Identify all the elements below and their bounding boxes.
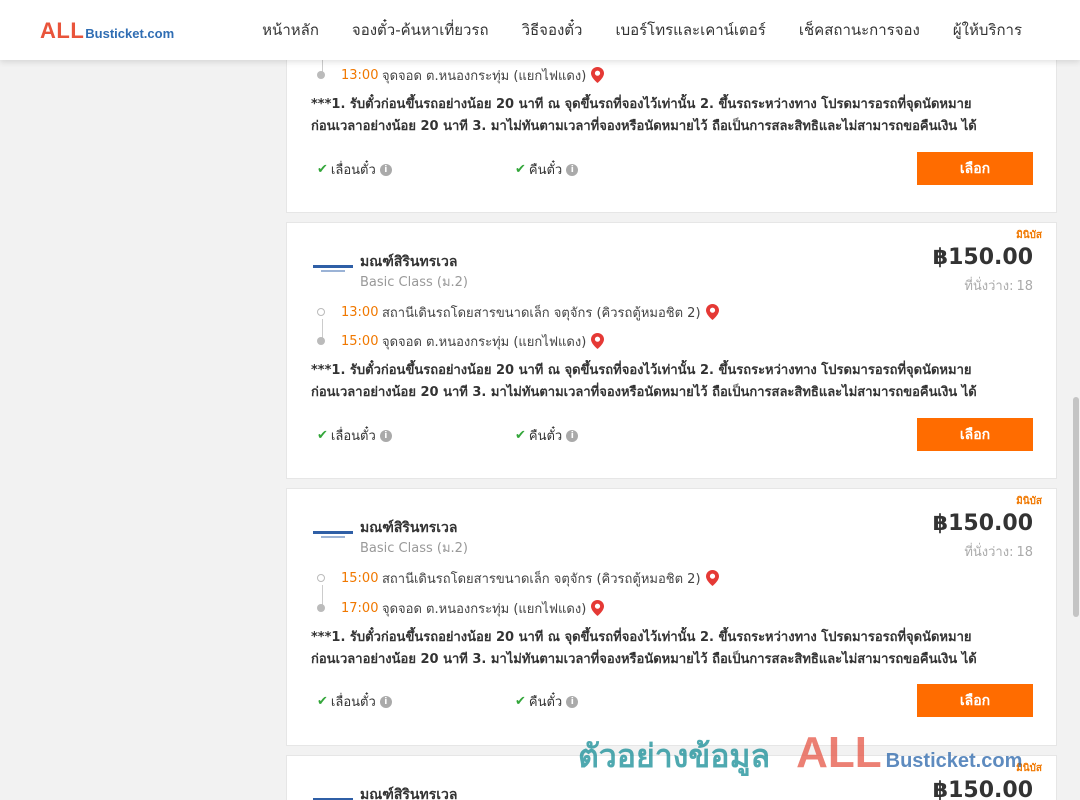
feature-refund: ✔ คืนตั๋ว i: [515, 159, 579, 180]
seats-available: ที่นั่งว่าง: 18: [964, 275, 1033, 296]
check-icon: ✔: [317, 428, 328, 443]
check-icon: ✔: [515, 428, 526, 443]
feature-refund-label: คืนตั๋ว: [528, 695, 563, 710]
seats-available: ที่นั่งว่าง: 18: [964, 541, 1033, 562]
nav-how-to-book[interactable]: วิธีจองตั๋ว: [522, 18, 583, 42]
operator-logo: [313, 528, 353, 542]
seats-label: ที่นั่งว่าง:: [964, 279, 1014, 294]
arrive-time: 13:00: [341, 67, 379, 83]
info-icon[interactable]: i: [379, 163, 392, 176]
info-icon[interactable]: i: [566, 429, 579, 442]
map-pin-icon[interactable]: [591, 333, 605, 349]
depart-time: 13:00: [341, 304, 379, 320]
check-icon: ✔: [515, 162, 526, 177]
feature-reschedule-label: เลื่อนตั๋ว: [330, 695, 376, 710]
nav-home[interactable]: หน้าหลัก: [262, 18, 319, 42]
service-class: Basic Class (ม.2): [360, 275, 468, 290]
ticket-price: ฿150.00: [932, 778, 1033, 800]
check-icon: ✔: [317, 694, 328, 709]
map-pin-icon[interactable]: [705, 304, 719, 320]
service-class: Basic Class (ม.2): [360, 541, 468, 556]
ticket-price: ฿150.00: [932, 245, 1033, 270]
scrollbar-thumb[interactable]: [1073, 397, 1079, 617]
trip-note-line-1: ***1. รับตั๋วก่อนขึ้นรถอย่างน้อย 20 นาที…: [311, 630, 972, 645]
seats-count: 18: [1016, 279, 1033, 294]
arrive-place: จุดจอด ต.หนองกระทุ่ม (แยกไฟแดง): [382, 334, 587, 350]
nav-operators[interactable]: ผู้ให้บริการ: [953, 18, 1022, 42]
arrive-dot: [311, 337, 331, 345]
trip-note-line-1: ***1. รับตั๋วก่อนขึ้นรถอย่างน้อย 20 นาที…: [311, 97, 972, 112]
operator-name: มณฑ์สิรินทรเวล: [360, 520, 458, 536]
route-depart: 15:00 สถานีเดินรถโดยสารขนาดเล็ก จตุจักร …: [311, 568, 1011, 588]
operator-logo: [313, 262, 353, 276]
arrive-place: จุดจอด ต.หนองกระทุ่ม (แยกไฟแดง): [382, 601, 587, 617]
info-icon[interactable]: i: [566, 163, 579, 176]
logo-busticket-text: Busticket.com: [85, 26, 175, 41]
select-trip-button[interactable]: เลือก: [917, 418, 1033, 451]
depart-place: สถานีเดินรถโดยสารขนาดเล็ก จตุจักร (คิวรถ…: [382, 305, 701, 321]
feature-refund-label: คืนตั๋ว: [528, 429, 563, 444]
trip-card: มินิบัส มณฑ์สิรินทรเวล Basic Class (ม.2)…: [286, 488, 1057, 746]
trip-note: ***1. รับตั๋วก่อนขึ้นรถอย่างน้อย 20 นาที…: [311, 360, 1039, 404]
trip-card: มินิบัส มณฑ์สิรินทรเวล ฿150.00: [286, 755, 1057, 800]
trip-card: 13:00 จุดจอด ต.หนองกระทุ่ม (แยกไฟแดง) **…: [286, 36, 1057, 213]
main-nav: หน้าหลัก จองตั๋ว-ค้นหาเที่ยวรถ วิธีจองตั…: [229, 0, 1022, 60]
feature-reschedule: ✔ เลื่อนตั๋ว i: [317, 425, 392, 446]
vehicle-type-badge: มินิบัส: [1016, 496, 1042, 507]
check-icon: ✔: [317, 162, 328, 177]
seats-count: 18: [1016, 545, 1033, 560]
info-icon[interactable]: i: [379, 695, 392, 708]
arrive-time: 15:00: [341, 333, 379, 349]
route-depart: 13:00 สถานีเดินรถโดยสารขนาดเล็ก จตุจักร …: [311, 302, 1011, 322]
arrive-time: 17:00: [341, 600, 379, 616]
trip-note: ***1. รับตั๋วก่อนขึ้นรถอย่างน้อย 20 นาที…: [311, 94, 1039, 138]
map-pin-icon[interactable]: [591, 600, 605, 616]
map-pin-icon[interactable]: [705, 570, 719, 586]
logo-all-text: ALL: [40, 18, 85, 43]
trip-note-line-2: ก่อนเวลาอย่างน้อย 20 นาที 3. มาไม่ทันตาม…: [311, 119, 977, 134]
nav-contact-counter[interactable]: เบอร์โทรและเคาน์เตอร์: [615, 18, 765, 42]
select-trip-button[interactable]: เลือก: [917, 152, 1033, 185]
feature-reschedule: ✔ เลื่อนตั๋ว i: [317, 159, 392, 180]
arrive-place: จุดจอด ต.หนองกระทุ่ม (แยกไฟแดง): [382, 68, 587, 84]
map-pin-icon[interactable]: [591, 67, 605, 83]
operator-logo: [313, 795, 353, 800]
info-icon[interactable]: i: [379, 429, 392, 442]
feature-reschedule-label: เลื่อนตั๋ว: [330, 429, 376, 444]
site-header: ALL Busticket.com หน้าหลัก จองตั๋ว-ค้นหา…: [0, 0, 1080, 60]
route-arrive: 15:00 จุดจอด ต.หนองกระทุ่ม (แยกไฟแดง): [311, 331, 1011, 351]
trip-note-line-2: ก่อนเวลาอย่างน้อย 20 นาที 3. มาไม่ทันตาม…: [311, 385, 977, 400]
vehicle-type-badge: มินิบัส: [1016, 230, 1042, 241]
ticket-price: ฿150.00: [932, 511, 1033, 536]
site-logo[interactable]: ALL Busticket.com: [40, 18, 174, 44]
vehicle-type-badge: มินิบัส: [1016, 763, 1042, 774]
trip-card: มินิบัส มณฑ์สิรินทรเวล Basic Class (ม.2)…: [286, 222, 1057, 479]
operator-name: มณฑ์สิรินทรเวล: [360, 787, 458, 800]
select-trip-button[interactable]: เลือก: [917, 684, 1033, 717]
info-icon[interactable]: i: [566, 695, 579, 708]
feature-refund-label: คืนตั๋ว: [528, 163, 563, 178]
route-arrive: 13:00 จุดจอด ต.หนองกระทุ่ม (แยกไฟแดง): [311, 65, 1011, 85]
feature-reschedule: ✔ เลื่อนตั๋ว i: [317, 691, 392, 712]
feature-refund: ✔ คืนตั๋ว i: [515, 425, 579, 446]
nav-book-search[interactable]: จองตั๋ว-ค้นหาเที่ยวรถ: [352, 18, 489, 42]
arrive-dot: [311, 71, 331, 79]
depart-dot: [311, 574, 331, 582]
page-scrollbar[interactable]: [1072, 60, 1080, 800]
depart-time: 15:00: [341, 570, 379, 586]
operator-name: มณฑ์สิรินทรเวล: [360, 254, 458, 270]
trip-note-line-1: ***1. รับตั๋วก่อนขึ้นรถอย่างน้อย 20 นาที…: [311, 363, 972, 378]
arrive-dot: [311, 604, 331, 612]
depart-dot: [311, 308, 331, 316]
seats-label: ที่นั่งว่าง:: [964, 545, 1014, 560]
nav-check-booking[interactable]: เช็คสถานะการจอง: [799, 18, 920, 42]
feature-refund: ✔ คืนตั๋ว i: [515, 691, 579, 712]
check-icon: ✔: [515, 694, 526, 709]
route-arrive: 17:00 จุดจอด ต.หนองกระทุ่ม (แยกไฟแดง): [311, 598, 1011, 618]
depart-place: สถานีเดินรถโดยสารขนาดเล็ก จตุจักร (คิวรถ…: [382, 571, 701, 587]
feature-reschedule-label: เลื่อนตั๋ว: [330, 163, 376, 178]
trip-note: ***1. รับตั๋วก่อนขึ้นรถอย่างน้อย 20 นาที…: [311, 627, 1039, 671]
trip-note-line-2: ก่อนเวลาอย่างน้อย 20 นาที 3. มาไม่ทันตาม…: [311, 652, 977, 667]
